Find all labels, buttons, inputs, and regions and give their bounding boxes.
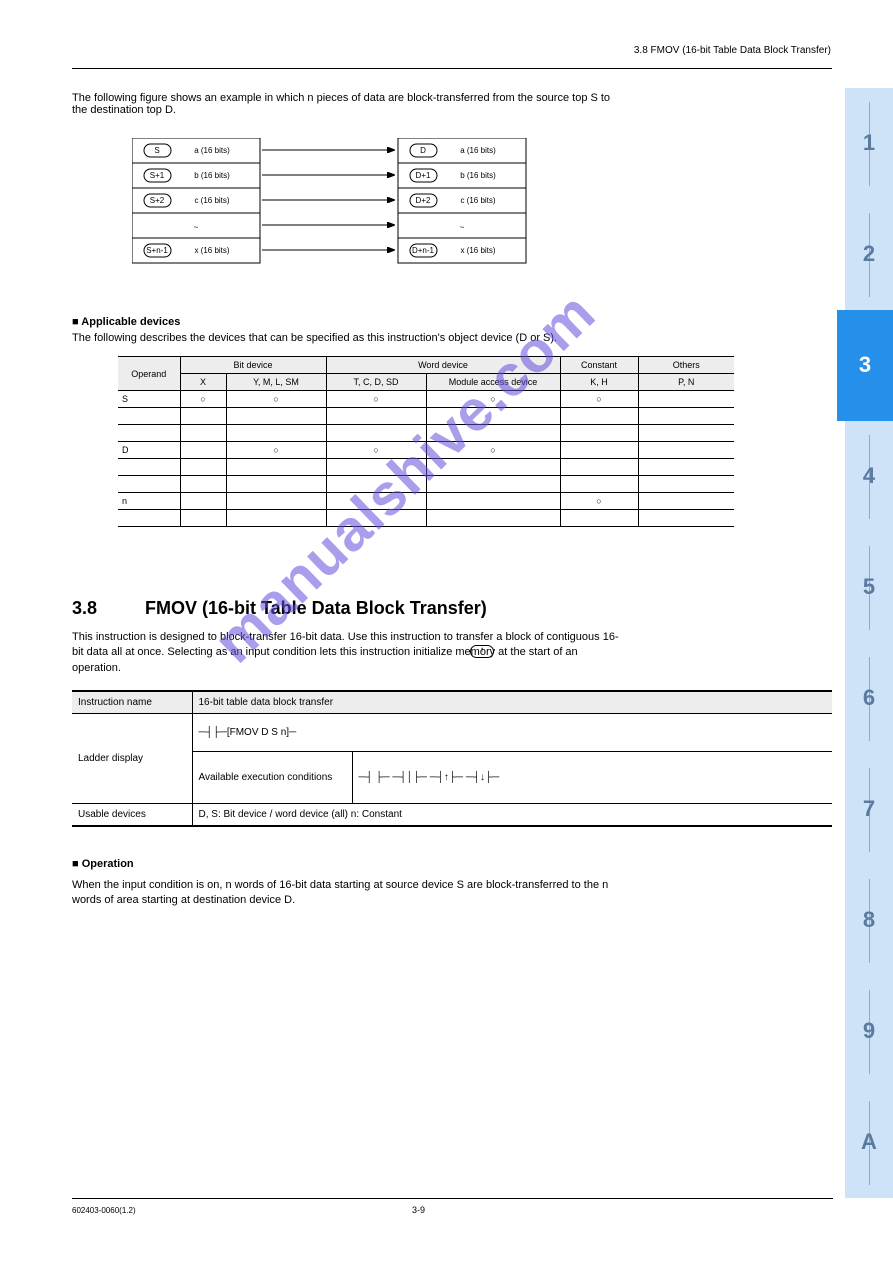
row-blank4 xyxy=(118,476,734,493)
footer-rule xyxy=(72,1198,833,1199)
head-bit: Bit device xyxy=(180,357,326,374)
map-s3: ~ xyxy=(194,223,199,232)
map-dl2: c (16 bits) xyxy=(460,196,495,205)
map-intro-l1: The following figure shows an example in… xyxy=(72,92,610,104)
map-s2: S+2 xyxy=(150,196,165,205)
map-sl2: c (16 bits) xyxy=(194,196,229,205)
map-sl1: b (16 bits) xyxy=(194,171,230,180)
tab-4[interactable]: 4 xyxy=(845,421,893,532)
section-number: 3.8 xyxy=(72,598,97,619)
page-header-right: 3.8 FMOV (16-bit Table Data Block Transf… xyxy=(634,45,831,56)
map-dl1: b (16 bits) xyxy=(460,171,496,180)
fh-left: Instruction name xyxy=(72,691,192,714)
header-rule xyxy=(72,68,832,69)
tab-6[interactable]: 6 xyxy=(845,643,893,754)
op1: When the input condition is on, n words … xyxy=(72,879,608,891)
row-blank3 xyxy=(118,459,734,476)
sec-sub3: operation. xyxy=(72,662,121,674)
f-dev: D, S: Bit device / word device (all) n: … xyxy=(192,804,832,827)
map-s4: S+n-1 xyxy=(146,246,168,255)
sh-ym: Y, M, L, SM xyxy=(226,374,326,391)
tab-a[interactable]: A xyxy=(845,1087,893,1198)
tab-1[interactable]: 1 xyxy=(845,88,893,199)
fmov-table: Instruction name 16-bit table data block… xyxy=(72,690,832,827)
map-sl0: a (16 bits) xyxy=(194,146,230,155)
mapping-diagram: S S+1 S+2 ~ S+n-1 a (16 bits) b (16 bits… xyxy=(132,138,552,288)
sh-pn: P, N xyxy=(638,374,734,391)
tab-2[interactable]: 2 xyxy=(845,199,893,310)
f-ladder-label: Ladder display xyxy=(72,714,192,804)
applicable-sub: The following describes the devices that… xyxy=(72,332,557,344)
map-d0: D xyxy=(420,146,426,155)
applicable-head: ■ Applicable devices xyxy=(72,316,180,328)
map-sl4: x (16 bits) xyxy=(194,246,229,255)
sh-tcd: T, C, D, SD xyxy=(326,374,426,391)
f-ladder: ─┤├─[FMOV D S n]─ xyxy=(192,714,832,752)
row-n: n ○ xyxy=(118,493,734,510)
tab-5[interactable]: 5 xyxy=(845,532,893,643)
applicable-table: Operand Bit device Word device Constant … xyxy=(118,356,734,527)
map-dl4: x (16 bits) xyxy=(460,246,495,255)
row-blank2 xyxy=(118,425,734,442)
f-exec: ─┤ ├─ ─┤│├─ ─┤↑├─ ─┤↓├─ xyxy=(352,751,832,803)
tab-9[interactable]: 9 xyxy=(845,976,893,1087)
map-dl0: a (16 bits) xyxy=(460,146,496,155)
row-s: S ○ ○ ○ ○ ○ xyxy=(118,391,734,408)
op-body: When the input condition is on, n words … xyxy=(72,878,608,909)
fh-right: 16-bit table data block transfer xyxy=(192,691,832,714)
map-s1: S+1 xyxy=(150,171,165,180)
sh-x: X xyxy=(180,374,226,391)
sec-sub1: This instruction is designed to block-tr… xyxy=(72,631,619,643)
head-others: Others xyxy=(638,357,734,374)
row-d: D ○ ○ ○ xyxy=(118,442,734,459)
map-intro: The following figure shows an example in… xyxy=(72,92,610,116)
tab-3-active[interactable]: 3 xyxy=(837,310,893,421)
map-d4: D+n-1 xyxy=(412,246,435,255)
f-dev-label: Usable devices xyxy=(72,804,192,827)
footer-center: 3-9 xyxy=(0,1205,837,1215)
op2: words of area starting at destination de… xyxy=(72,894,295,906)
map-intro-l2: the destination top D. xyxy=(72,104,176,116)
map-d2: D+2 xyxy=(416,196,431,205)
head-operand: Operand xyxy=(118,357,180,391)
map-d3: ~ xyxy=(460,223,465,232)
tab-7[interactable]: 7 xyxy=(845,754,893,865)
section-title: FMOV (16-bit Table Data Block Transfer) xyxy=(145,598,487,619)
sh-mad: Module access device xyxy=(426,374,560,391)
head-word: Word device xyxy=(326,357,560,374)
sec-sub2: bit data all at once. Selecting as an in… xyxy=(72,646,578,658)
map-s0: S xyxy=(154,146,159,155)
head-const: Constant xyxy=(560,357,638,374)
tab-8[interactable]: 8 xyxy=(845,865,893,976)
map-d1: D+1 xyxy=(416,171,431,180)
f-exec-label: Available execution conditions xyxy=(192,751,352,803)
row-blank5 xyxy=(118,510,734,527)
row-blank1 xyxy=(118,408,734,425)
op-head: ■ Operation xyxy=(72,858,134,870)
sh-kh: K, H xyxy=(560,374,638,391)
pulse-icon: ↑ xyxy=(470,645,494,658)
